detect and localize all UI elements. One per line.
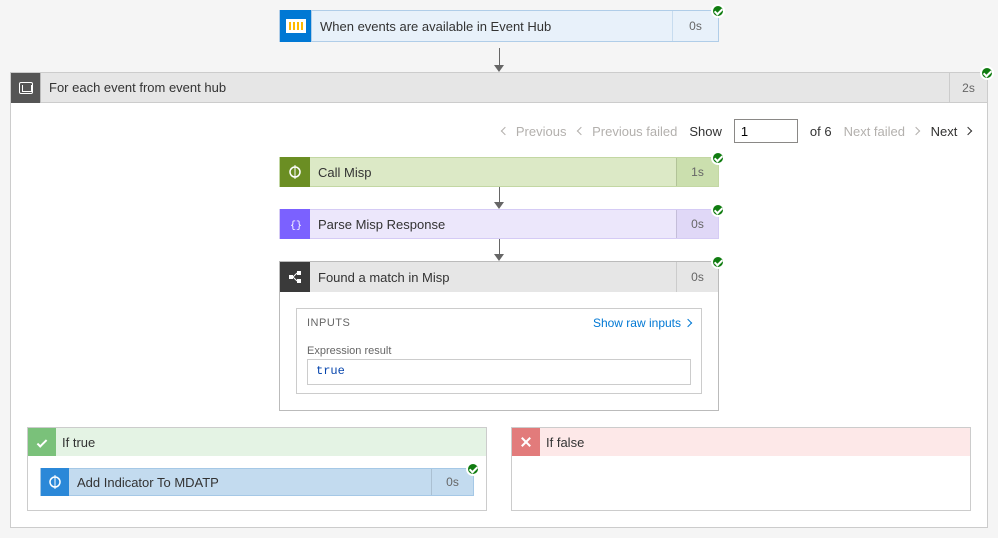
- step-add-indicator[interactable]: Add Indicator To MDATP 0s: [40, 468, 474, 496]
- check-icon: [28, 428, 56, 456]
- chevron-right-icon: [964, 127, 972, 135]
- show-raw-label: Show raw inputs: [593, 316, 681, 330]
- step-condition: Found a match in Misp 0s INPUTS Show raw…: [279, 261, 719, 411]
- success-badge-icon: [466, 462, 480, 476]
- expression-result-label: Expression result: [307, 345, 691, 357]
- show-raw-inputs-link[interactable]: Show raw inputs: [593, 316, 691, 330]
- x-icon: [512, 428, 540, 456]
- step-call-misp[interactable]: Call Misp 1s: [279, 157, 719, 187]
- loop-icon: [11, 73, 41, 103]
- trigger-duration: 0s: [672, 11, 718, 41]
- foreach-header[interactable]: For each event from event hub 2s: [11, 73, 987, 103]
- step-add-indicator-label: Add Indicator To MDATP: [69, 475, 431, 490]
- success-badge-icon: [711, 151, 725, 165]
- success-badge-icon: [711, 203, 725, 217]
- pager-of-label: of 6: [810, 124, 832, 139]
- arrow-down-icon: [499, 187, 500, 209]
- pager-next-failed[interactable]: Next failed: [844, 124, 919, 139]
- expression-result-value: true: [307, 359, 691, 385]
- pager-next-label: Next: [931, 124, 958, 139]
- foreach-container: For each event from event hub 2s Previou…: [10, 72, 988, 528]
- chevron-left-icon: [577, 127, 585, 135]
- step-parse-misp-label: Parse Misp Response: [310, 217, 676, 232]
- pager-previous-failed[interactable]: Previous failed: [578, 124, 677, 139]
- pager-current-input[interactable]: [734, 119, 798, 143]
- success-badge-icon: [980, 66, 994, 80]
- step-call-misp-label: Call Misp: [310, 165, 676, 180]
- arrow-down-icon: [10, 48, 988, 72]
- foreach-label: For each event from event hub: [41, 80, 949, 95]
- branch-false-label: If false: [540, 435, 584, 450]
- branch-false-header[interactable]: If false: [512, 428, 970, 456]
- pager-show-label: Show: [689, 124, 722, 139]
- branch-true: If true Add Indicator To MDATP 0s: [27, 427, 487, 511]
- chevron-left-icon: [501, 127, 509, 135]
- branch-false: If false: [511, 427, 971, 511]
- pager-previous-label: Previous: [516, 124, 567, 139]
- pager-next[interactable]: Next: [931, 124, 971, 139]
- trigger-label: When events are available in Event Hub: [312, 19, 672, 34]
- chevron-right-icon: [911, 127, 919, 135]
- pager-previous[interactable]: Previous: [502, 124, 566, 139]
- iteration-pager: Previous Previous failed Show of 6 Next …: [27, 119, 971, 143]
- pager-previous-failed-label: Previous failed: [592, 124, 677, 139]
- branch-true-label: If true: [56, 435, 95, 450]
- api-icon: [41, 468, 69, 496]
- pager-next-failed-label: Next failed: [844, 124, 905, 139]
- trigger-step[interactable]: When events are available in Event Hub 0…: [279, 10, 719, 42]
- condition-icon: [280, 262, 310, 292]
- chevron-right-icon: [684, 319, 692, 327]
- api-icon: [280, 157, 310, 187]
- svg-text:{}: {}: [290, 220, 302, 231]
- inputs-title: INPUTS: [307, 317, 350, 329]
- event-hub-icon: [280, 10, 312, 42]
- success-badge-icon: [711, 255, 725, 269]
- inputs-panel: INPUTS Show raw inputs Expression result…: [296, 308, 702, 394]
- arrow-down-icon: [499, 239, 500, 261]
- success-badge-icon: [711, 4, 725, 18]
- branch-true-header[interactable]: If true: [28, 428, 486, 456]
- condition-header[interactable]: Found a match in Misp 0s: [280, 262, 718, 292]
- json-icon: {}: [280, 209, 310, 239]
- condition-label: Found a match in Misp: [310, 270, 676, 285]
- step-parse-misp[interactable]: {} Parse Misp Response 0s: [279, 209, 719, 239]
